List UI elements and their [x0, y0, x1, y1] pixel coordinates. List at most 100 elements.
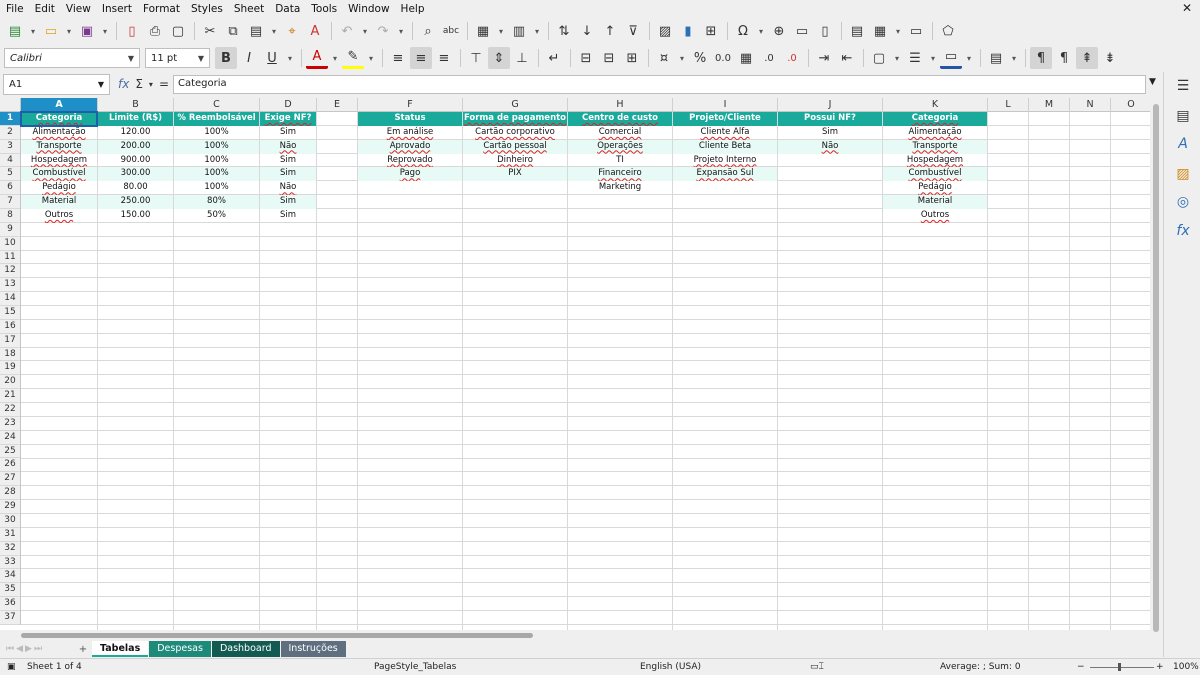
sheet-tab-dashboard[interactable]: Dashboard	[211, 641, 280, 657]
table-cell[interactable]: Pedágio	[21, 181, 97, 195]
list-cell[interactable]: Operações	[568, 139, 672, 154]
language[interactable]: English (USA)	[640, 662, 701, 672]
table-cell[interactable]: 200.00	[98, 139, 173, 154]
conditional-format-icon[interactable]: ▤	[985, 47, 1007, 69]
table-header-cell[interactable]: Categoria	[21, 112, 97, 126]
open-folder-icon[interactable]: ▭	[40, 20, 62, 42]
sum-dropdown-icon[interactable]: ▾	[149, 80, 153, 89]
table-cell[interactable]: Outros	[21, 209, 97, 223]
new-dropdown-icon[interactable]: ▾	[27, 20, 39, 42]
menu-sheet[interactable]: Sheet	[228, 3, 269, 15]
column-header-j[interactable]: J	[778, 98, 883, 112]
text-direction-top-icon[interactable]: ⇞	[1076, 47, 1098, 69]
zoom-slider[interactable]	[1090, 667, 1154, 668]
list-cell[interactable]: Outros	[883, 209, 987, 223]
zoom-in-icon[interactable]: +	[1156, 662, 1164, 672]
column-header-i[interactable]: I	[673, 98, 778, 112]
list-header-cell[interactable]: Centro de custo	[568, 112, 672, 126]
properties-icon[interactable]: ▤	[1173, 106, 1193, 126]
menu-help[interactable]: Help	[395, 3, 430, 15]
border-color-dropdown-icon[interactable]: ▾	[963, 47, 975, 69]
undo-icon[interactable]: ↶	[336, 20, 358, 42]
table-cell[interactable]: 50%	[174, 209, 259, 223]
print-preview-icon[interactable]: ▢	[167, 20, 189, 42]
column-header-m[interactable]: M	[1029, 98, 1070, 112]
row-header-25[interactable]: 25	[0, 445, 20, 459]
paste-icon[interactable]: ▤	[245, 20, 267, 42]
list-cell[interactable]: Combustível	[883, 167, 987, 182]
percent-icon[interactable]: %	[689, 47, 711, 69]
table-cell[interactable]: 80%	[174, 195, 259, 210]
list-cell[interactable]: Cartão pessoal	[463, 139, 567, 154]
row-header-8[interactable]: 8	[0, 209, 20, 223]
column-icon[interactable]: ▥	[508, 20, 530, 42]
column-header-h[interactable]: H	[568, 98, 673, 112]
row-header-17[interactable]: 17	[0, 334, 20, 348]
list-header-cell[interactable]: Projeto/Cliente	[673, 112, 777, 126]
freeze-dropdown-icon[interactable]: ▾	[892, 20, 904, 42]
insert-image-icon[interactable]: ▨	[654, 20, 676, 42]
underline-dropdown-icon[interactable]: ▾	[284, 47, 296, 69]
list-cell[interactable]: Não	[778, 139, 882, 154]
list-cell[interactable]: Aprovado	[358, 139, 462, 154]
function-wizard-icon[interactable]: fx	[118, 77, 129, 91]
row-header-10[interactable]: 10	[0, 237, 20, 251]
table-cell[interactable]: Sim	[260, 126, 316, 140]
row-header-24[interactable]: 24	[0, 431, 20, 445]
column-dropdown-icon[interactable]: ▾	[531, 20, 543, 42]
styles-icon[interactable]: A	[1173, 134, 1193, 154]
font-color-dropdown-icon[interactable]: ▾	[329, 47, 341, 69]
border-style-icon[interactable]: ☰	[904, 47, 926, 69]
list-cell[interactable]: Alimentação	[883, 126, 987, 140]
expand-formula-icon[interactable]: ▼	[1149, 77, 1156, 87]
table-cell[interactable]: 250.00	[98, 195, 173, 210]
table-cell[interactable]: 100%	[174, 181, 259, 195]
increase-indent-icon[interactable]: ⇥	[813, 47, 835, 69]
row-header-1[interactable]: 1	[0, 112, 20, 126]
align-left-icon[interactable]: ≡	[387, 47, 409, 69]
table-cell[interactable]: 300.00	[98, 167, 173, 182]
sidebar-menu-icon[interactable]: ☰	[1173, 76, 1193, 96]
list-cell[interactable]: Pedágio	[883, 181, 987, 195]
table-cell[interactable]: 80.00	[98, 181, 173, 195]
print-icon[interactable]: ⎙	[144, 20, 166, 42]
first-sheet-icon[interactable]: ⏮	[6, 644, 14, 654]
bold-icon[interactable]: B	[215, 47, 237, 69]
text-direction-vertical-icon[interactable]: ⇟	[1099, 47, 1121, 69]
font-color-icon[interactable]: A	[306, 47, 328, 69]
copy-icon[interactable]: ⧉	[222, 20, 244, 42]
define-print-area-icon[interactable]: ▤	[846, 20, 868, 42]
add-decimal-icon[interactable]: .0	[758, 47, 780, 69]
table-cell[interactable]: 900.00	[98, 154, 173, 168]
table-cell[interactable]: 100%	[174, 167, 259, 182]
list-cell[interactable]: Pago	[358, 167, 462, 182]
row-header-2[interactable]: 2	[0, 126, 20, 140]
select-all-corner[interactable]	[0, 98, 21, 112]
menu-styles[interactable]: Styles	[185, 3, 228, 15]
list-cell[interactable]: Transporte	[883, 139, 987, 154]
highlight-dropdown-icon[interactable]: ▾	[365, 47, 377, 69]
row-header-19[interactable]: 19	[0, 361, 20, 376]
sheet-tab-tabelas[interactable]: Tabelas	[92, 641, 149, 657]
name-box-dropdown-icon[interactable]: ▼	[98, 80, 104, 89]
table-cell[interactable]: Sim	[260, 195, 316, 210]
export-pdf-icon[interactable]: ▯	[121, 20, 143, 42]
align-top-icon[interactable]: ⊤	[465, 47, 487, 69]
row-header-26[interactable]: 26	[0, 458, 20, 473]
row-header-12[interactable]: 12	[0, 264, 20, 279]
clone-formatting-icon[interactable]: ⌖	[281, 20, 303, 42]
table-cell[interactable]: Não	[260, 139, 316, 154]
last-sheet-icon[interactable]: ⏭	[34, 644, 42, 654]
row-header-3[interactable]: 3	[0, 140, 20, 154]
column-header-k[interactable]: K	[883, 98, 988, 112]
row-header-28[interactable]: 28	[0, 486, 20, 501]
merge-cells-icon[interactable]: ⊟	[598, 47, 620, 69]
sum-icon[interactable]: Σ	[135, 77, 143, 91]
left-to-right-icon[interactable]: ¶	[1030, 47, 1052, 69]
zoom-out-icon[interactable]: −	[1077, 662, 1085, 672]
row-header-9[interactable]: 9	[0, 223, 20, 237]
list-cell[interactable]: Cliente Beta	[673, 139, 777, 154]
table-cell[interactable]: Material	[21, 195, 97, 210]
number-format-icon[interactable]: 0.0	[712, 47, 734, 69]
horizontal-scroll-thumb[interactable]	[21, 633, 533, 638]
